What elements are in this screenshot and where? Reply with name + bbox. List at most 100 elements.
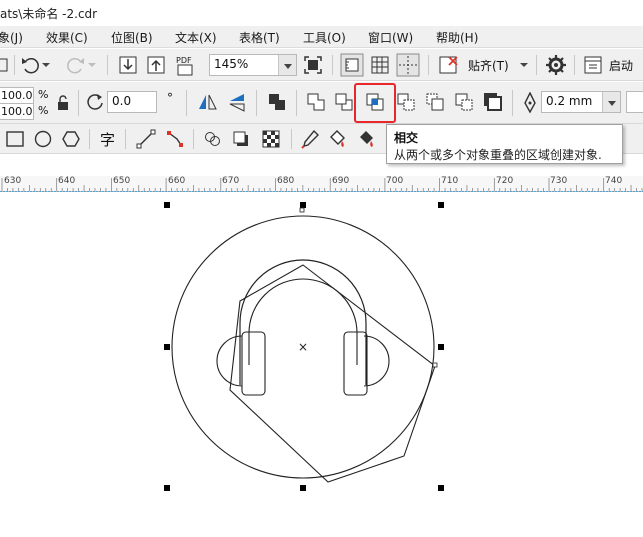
export-icon[interactable] — [146, 55, 166, 75]
rotation-degree-symbol: ° — [167, 91, 173, 105]
drop-shadow-tool-icon[interactable] — [231, 129, 251, 149]
rotation-angle-field[interactable]: 0.0 — [107, 91, 157, 113]
snap-off-icon[interactable] — [437, 54, 459, 76]
menu-tools[interactable]: 工具(O) — [303, 29, 346, 46]
ruler-label: 730 — [550, 176, 568, 186]
line-tool-icon[interactable] — [136, 129, 156, 149]
launch-icon[interactable] — [583, 55, 603, 75]
undo-icon[interactable] — [20, 56, 42, 74]
selection-handle[interactable] — [438, 202, 444, 208]
line-style-field[interactable] — [626, 91, 643, 113]
scale-y-field[interactable]: 100.0 — [0, 103, 34, 120]
intersect-button-highlight — [354, 83, 396, 123]
redo-icon[interactable] — [64, 56, 86, 74]
left-ear-cup-shape[interactable] — [216, 335, 243, 387]
selection-handle[interactable] — [438, 485, 444, 491]
separator — [89, 129, 90, 149]
menu-effects[interactable]: 效果(C) — [46, 29, 88, 46]
ellipse-tool-icon[interactable] — [33, 129, 53, 149]
separator — [78, 90, 79, 116]
separator — [256, 90, 257, 116]
weld-icon[interactable] — [305, 91, 327, 113]
node-handle[interactable] — [432, 362, 438, 368]
separator — [291, 129, 292, 149]
separator — [186, 90, 187, 116]
drawing-canvas[interactable]: × — [0, 193, 643, 537]
menu-table[interactable]: 表格(T) — [239, 29, 280, 46]
selection-handle[interactable] — [300, 202, 306, 208]
node-handle[interactable] — [299, 207, 305, 213]
show-grid-icon[interactable] — [369, 54, 391, 76]
pdf-label: PDF — [176, 56, 192, 65]
undo-dropdown-icon[interactable] — [42, 61, 50, 69]
window-title: ats\未命名 -2.cdr — [0, 7, 98, 21]
create-boundary-icon[interactable] — [482, 91, 504, 113]
trim-icon[interactable] — [333, 91, 355, 113]
lock-ratio-icon[interactable] — [56, 94, 70, 112]
publish-pdf-icon[interactable]: PDF — [175, 53, 199, 77]
mirror-vertical-icon[interactable] — [226, 91, 248, 113]
ruler-label: 630 — [4, 176, 22, 186]
launch-label[interactable]: 启动 — [609, 57, 633, 74]
menu-bitmaps[interactable]: 位图(B) — [111, 29, 153, 46]
scale-x-percent: % — [38, 88, 49, 101]
selection-handle[interactable] — [164, 344, 170, 350]
separator — [428, 55, 429, 75]
blend-tool-icon[interactable] — [203, 129, 223, 149]
menu-text[interactable]: 文本(X) — [175, 29, 217, 46]
zoom-level-value: 145% — [214, 57, 249, 71]
connector-tool-icon[interactable] — [165, 129, 185, 149]
selection-handle[interactable] — [164, 485, 170, 491]
ruler-label: 700 — [386, 176, 404, 186]
text-tool-icon[interactable]: 字 — [100, 129, 115, 150]
combine-icon[interactable] — [266, 91, 288, 113]
property-bar: 100.0 100.0 % % 0.0 ° 0.2 mm — [0, 82, 643, 124]
zoom-dropdown-button[interactable] — [278, 55, 296, 75]
simplify-icon[interactable] — [395, 91, 417, 113]
show-rulers-icon[interactable] — [340, 53, 364, 77]
ruler-label: 660 — [168, 176, 186, 186]
mirror-horizontal-icon[interactable] — [196, 91, 218, 113]
rectangle-tool-icon[interactable] — [5, 129, 25, 149]
ruler-label: 720 — [496, 176, 514, 186]
ruler-label: 650 — [113, 176, 131, 186]
center-marker[interactable]: × — [298, 340, 308, 354]
right-speaker-shape[interactable] — [343, 331, 368, 396]
ruler-label: 640 — [58, 176, 76, 186]
menu-help[interactable]: 帮助(H) — [436, 29, 478, 46]
separator — [14, 55, 15, 75]
polygon-tool-icon[interactable] — [61, 129, 81, 149]
canvas-drawing: × — [164, 202, 444, 491]
save-icon[interactable] — [0, 58, 8, 72]
ruler-label: 670 — [222, 176, 240, 186]
tooltip-title: 相交 — [394, 131, 419, 145]
full-screen-icon[interactable] — [303, 55, 323, 75]
back-minus-front-icon[interactable] — [453, 91, 475, 113]
horizontal-ruler[interactable]: 630 640 650 660 670 680 690 700 710 720 … — [0, 176, 643, 192]
transparency-tool-icon[interactable] — [261, 129, 281, 149]
tooltip-description: 从两个或多个对象重叠的区域创建对象. — [394, 148, 602, 162]
show-guidelines-icon[interactable] — [396, 53, 420, 77]
scale-y-percent: % — [38, 104, 49, 117]
interactive-fill-tool-icon[interactable] — [327, 129, 349, 149]
snap-to-label[interactable]: 贴齐(T) — [468, 57, 509, 74]
menu-object[interactable]: 象(J) — [0, 29, 23, 46]
outline-pen-icon — [524, 92, 536, 114]
left-speaker-shape[interactable] — [241, 331, 266, 396]
import-icon[interactable] — [118, 55, 138, 75]
smart-fill-tool-icon[interactable] — [356, 129, 378, 149]
outline-width-dropdown[interactable] — [602, 92, 620, 112]
right-ear-cup-shape[interactable] — [363, 335, 390, 387]
polygon-shape[interactable] — [229, 264, 436, 483]
selection-handle[interactable] — [300, 485, 306, 491]
menu-window[interactable]: 窗口(W) — [368, 29, 413, 46]
eyedropper-tool-icon[interactable] — [300, 129, 320, 149]
front-minus-back-icon[interactable] — [424, 91, 446, 113]
scale-x-field[interactable]: 100.0 — [0, 87, 34, 104]
redo-dropdown-icon[interactable] — [88, 61, 96, 69]
selection-handle[interactable] — [438, 344, 444, 350]
ruler-ticks — [0, 178, 643, 192]
snap-to-dropdown-icon[interactable] — [520, 61, 528, 69]
options-gear-icon[interactable] — [545, 54, 567, 76]
selection-handle[interactable] — [164, 202, 170, 208]
